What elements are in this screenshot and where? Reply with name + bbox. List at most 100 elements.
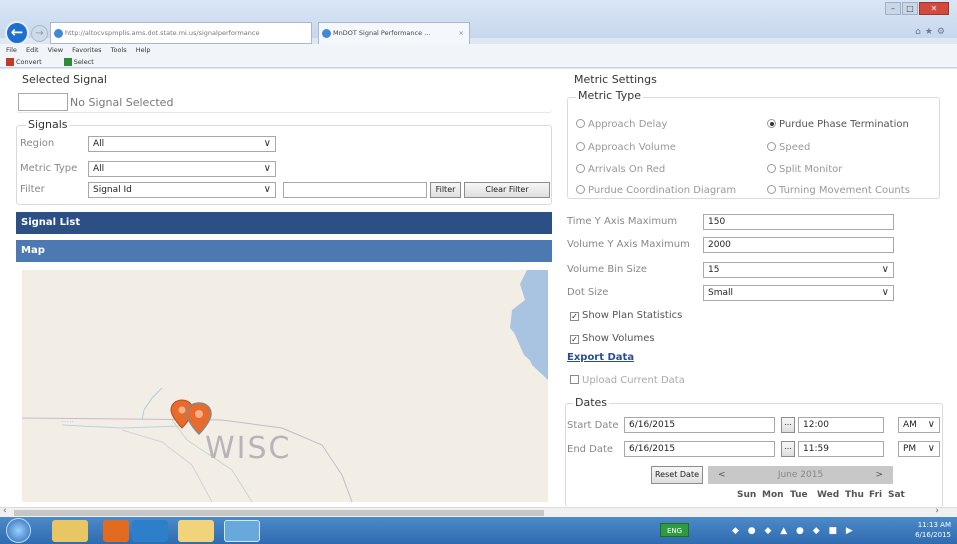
scroll-left-icon[interactable]: ‹ <box>3 506 7 516</box>
address-bar[interactable]: http://altocvspmplis.ams.dot.state.mi.us… <box>50 22 312 44</box>
clear-filter-button[interactable]: Clear Filter <box>464 182 550 198</box>
menu-favorites[interactable]: Favorites <box>72 46 101 54</box>
region-select[interactable]: All ∨ <box>88 136 276 152</box>
tab-close-icon[interactable]: × <box>459 23 464 43</box>
outlook-icon[interactable] <box>132 520 168 542</box>
volume-y-axis-input[interactable]: 2000 <box>703 237 894 253</box>
dot-size-label: Dot Size <box>567 287 609 298</box>
mail-icon[interactable] <box>178 520 214 542</box>
radio-speed[interactable]: Speed <box>767 142 810 153</box>
calendar-next-button[interactable]: > <box>875 466 883 484</box>
menu-tools[interactable]: Tools <box>111 46 127 54</box>
radio-button-selected[interactable] <box>767 119 776 128</box>
radio-button[interactable] <box>767 142 776 151</box>
calendar-prev-button[interactable]: < <box>718 466 726 484</box>
show-plan-statistics-checkbox[interactable]: ✓ Show Plan Statistics <box>570 310 682 321</box>
end-ampm-select[interactable]: PM ∨ <box>898 441 940 457</box>
region-label: Region <box>20 138 55 149</box>
ie-icon <box>322 29 331 38</box>
close-window-button[interactable]: ✕ <box>919 2 949 15</box>
show-volumes-checkbox[interactable]: ✓ Show Volumes <box>570 333 655 344</box>
maximize-button[interactable]: □ <box>902 2 918 15</box>
filter-field-select[interactable]: Signal Id ∨ <box>88 182 276 198</box>
scrollbar-thumb[interactable] <box>14 510 544 516</box>
radio-approach-delay[interactable]: Approach Delay <box>576 119 667 130</box>
upload-current-data-checkbox[interactable]: Upload Current Data <box>570 375 685 386</box>
checkbox-checked-icon[interactable]: ✓ <box>570 335 579 344</box>
chevron-down-icon: ∨ <box>263 184 271 195</box>
language-indicator[interactable]: ENG <box>660 523 690 537</box>
checkbox-icon[interactable] <box>570 375 579 384</box>
select-button[interactable]: Select <box>74 58 94 66</box>
radio-button[interactable] <box>767 185 776 194</box>
map-canvas: · · · · · <box>22 270 548 502</box>
favorites-icon[interactable]: ★ <box>925 27 937 37</box>
radio-turning-movement-counts[interactable]: Turning Movement Counts <box>767 185 910 196</box>
menu-help[interactable]: Help <box>136 46 151 54</box>
time-y-axis-label: Time Y Axis Maximum <box>567 216 678 227</box>
volume-y-axis-label: Volume Y Axis Maximum <box>567 239 690 250</box>
tab-title: MnDOT Signal Performance ... <box>333 29 431 37</box>
selected-signal-id-field[interactable] <box>18 93 68 111</box>
explorer-icon[interactable] <box>52 520 88 542</box>
export-data-link[interactable]: Export Data <box>567 352 634 363</box>
convert-button[interactable]: Convert <box>16 58 42 66</box>
menu-view[interactable]: View <box>48 46 63 54</box>
calendar-header: < June 2015 > <box>708 466 893 484</box>
radio-button[interactable] <box>767 164 776 173</box>
weekday-sat: Sat <box>888 490 905 500</box>
start-date-input[interactable]: 6/16/2015 <box>624 417 775 433</box>
filter-button[interactable]: Filter <box>430 182 461 198</box>
volume-bin-size-select[interactable]: 15 ∨ <box>703 262 894 278</box>
back-button[interactable]: ← <box>5 21 29 45</box>
end-date-input[interactable]: 6/16/2015 <box>624 441 775 457</box>
start-date-picker-button[interactable]: ... <box>781 417 795 433</box>
horizontal-scrollbar[interactable]: ‹ › <box>0 506 957 517</box>
signal-map[interactable]: · · · · · WISC <box>22 270 548 502</box>
reset-date-button[interactable]: Reset Date <box>651 466 703 484</box>
browser-tab[interactable]: MnDOT Signal Performance ... × <box>318 22 470 44</box>
radio-button[interactable] <box>576 185 585 194</box>
tray-icons[interactable]: ◆ ● ◆ ▲ ● ◆ ■ ▶ <box>732 526 856 536</box>
scroll-right-icon[interactable]: › <box>935 506 939 516</box>
weekday-fri: Fri <box>869 490 883 500</box>
radio-button[interactable] <box>576 119 585 128</box>
start-button[interactable] <box>6 518 31 543</box>
end-ampm-value: PM <box>903 444 917 454</box>
start-time-input[interactable]: 12:00 <box>798 417 884 433</box>
menu-file[interactable]: File <box>6 46 17 54</box>
radio-approach-volume[interactable]: Approach Volume <box>576 142 676 153</box>
radio-label: Approach Delay <box>588 119 668 130</box>
radio-purdue-coordination-diagram[interactable]: Purdue Coordination Diagram <box>576 185 736 196</box>
taskbar-clock[interactable]: 11:13 AM 6/16/2015 <box>915 520 951 540</box>
radio-button[interactable] <box>576 142 585 151</box>
end-date-picker-button[interactable]: ... <box>781 441 795 457</box>
minimize-button[interactable]: – <box>885 2 901 15</box>
menu-edit[interactable]: Edit <box>26 46 39 54</box>
metric-settings-legend: Metric Settings <box>572 73 659 86</box>
home-icon[interactable]: ⌂ <box>915 27 925 37</box>
no-signal-selected-text: No Signal Selected <box>70 96 174 109</box>
select-icon-box <box>63 58 72 66</box>
gear-icon[interactable]: ⚙ <box>937 27 949 37</box>
checkbox-checked-icon[interactable]: ✓ <box>570 312 579 321</box>
internet-explorer-icon[interactable] <box>224 520 260 542</box>
dot-size-select[interactable]: Small ∨ <box>703 285 894 301</box>
signal-list-header[interactable]: Signal List <box>16 212 552 234</box>
radio-button[interactable] <box>576 164 585 173</box>
time-y-axis-input[interactable]: 150 <box>703 214 894 230</box>
radio-label: Purdue Coordination Diagram <box>588 185 737 196</box>
weekday-tue: Tue <box>790 490 808 500</box>
browser-tool-icons: ⌂★⚙ <box>915 27 949 37</box>
radio-purdue-phase-termination[interactable]: Purdue Phase Termination <box>767 119 909 130</box>
start-ampm-select[interactable]: AM ∨ <box>898 417 940 433</box>
end-time-input[interactable]: 11:59 <box>798 441 884 457</box>
filter-text-input[interactable] <box>283 182 427 198</box>
media-player-icon[interactable] <box>103 520 129 542</box>
radio-split-monitor[interactable]: Split Monitor <box>767 164 842 175</box>
weekday-mon: Mon <box>762 490 784 500</box>
forward-button[interactable]: → <box>31 25 48 42</box>
radio-arrivals-on-red[interactable]: Arrivals On Red <box>576 164 665 175</box>
map-header[interactable]: Map <box>16 240 552 262</box>
metric-type-select[interactable]: All ∨ <box>88 161 276 177</box>
